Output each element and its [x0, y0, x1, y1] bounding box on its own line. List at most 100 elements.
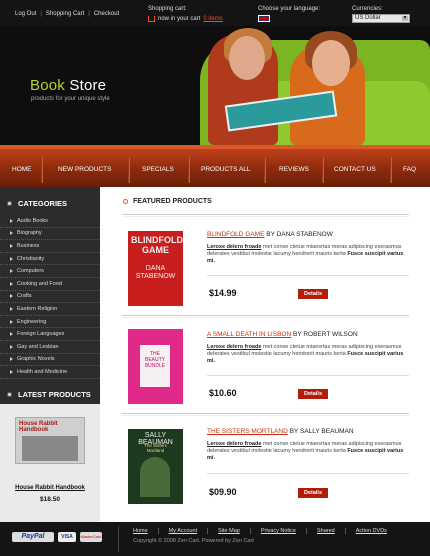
categories-title: CATEGORIES: [18, 198, 68, 208]
arrow-right-icon: [10, 281, 13, 286]
footer-link-action-dvds[interactable]: Action DVDs: [346, 528, 397, 534]
footer-link-site-map[interactable]: Site Map: [208, 528, 251, 534]
category-item[interactable]: Cooking and Food: [0, 278, 100, 291]
cart-summary: Shopping cart: now in your cart 0 items: [148, 4, 223, 24]
category-label: Eastern Religion: [17, 305, 58, 312]
product-cover-image[interactable]: BLINDFOLD GAME DANA STABENOW: [128, 231, 183, 306]
category-label: Foreign Languages: [17, 331, 65, 338]
category-item[interactable]: Crafts: [0, 291, 100, 304]
arrow-right-icon: [10, 269, 13, 274]
description-lead-link[interactable]: Lerose delero froade: [207, 244, 261, 250]
category-item[interactable]: Biography: [0, 228, 100, 241]
latest-products-heading: LATEST PRODUCTS: [0, 384, 100, 404]
product-card: BLINDFOLD GAME DANA STABENOW BLINDFOLD G…: [100, 217, 430, 317]
product-description: Lerose delero froade met conse ctetue mi…: [207, 441, 412, 462]
category-label: Audio Books: [17, 217, 48, 224]
currency-selector: Currencies: US Dollar ▼: [352, 4, 410, 23]
cover-title: BLINDFOLD GAME: [131, 235, 183, 255]
category-label: Crafts: [17, 293, 32, 300]
description-lead-link[interactable]: Lerose delero froade: [207, 441, 261, 447]
footer-link-home[interactable]: Home: [120, 528, 159, 534]
category-item[interactable]: Business: [0, 240, 100, 253]
arrow-right-icon: [10, 306, 13, 311]
currency-value: US Dollar: [355, 15, 381, 21]
bullet-icon: [123, 199, 128, 204]
arrow-right-icon: [10, 256, 13, 261]
divider: [207, 473, 409, 474]
category-item[interactable]: Eastern Religion: [0, 303, 100, 316]
arrow-right-icon: [10, 243, 13, 248]
latest-product-price: $18.50: [40, 496, 60, 503]
latest-product-image[interactable]: House Rabbit Handbook: [15, 417, 85, 464]
cart-items-link[interactable]: 0 items: [203, 14, 222, 24]
bullet-icon: [7, 391, 12, 397]
mastercard-logo: MasterCard: [80, 532, 102, 542]
nav-divider: [322, 157, 323, 183]
category-item[interactable]: Engineering: [0, 316, 100, 329]
product-price: $10.60: [209, 388, 237, 398]
footer-link-my-account[interactable]: My Account: [159, 528, 209, 534]
product-cover-image[interactable]: THE BEAUTY BUNDLE: [128, 329, 183, 404]
category-item[interactable]: Audio Books: [0, 215, 100, 228]
latest-products-box: LATEST PRODUCTS House Rabbit Handbook Ho…: [0, 384, 100, 522]
currency-label: Currencies:: [352, 6, 383, 12]
product-title: A SMALL DEATH IN LISBON BY ROBERT WILSON: [207, 331, 358, 338]
details-button[interactable]: Details: [298, 289, 328, 299]
nav-specials[interactable]: SPECIALS: [142, 166, 174, 173]
category-label: Engineering: [17, 318, 47, 325]
store-logo[interactable]: Book Store: [30, 77, 106, 94]
featured-title: FEATURED PRODUCTS: [133, 198, 212, 205]
nav-divider: [128, 157, 129, 183]
nav-divider: [41, 157, 42, 183]
category-item[interactable]: Gay and Lesbian: [0, 341, 100, 354]
category-item[interactable]: Health and Medicine: [0, 366, 100, 379]
tagline: products for your unique style: [31, 96, 110, 102]
nav-new-products[interactable]: NEW PRODUCTS: [58, 166, 111, 173]
details-button[interactable]: Details: [298, 389, 328, 399]
product-name-link[interactable]: BLINDFOLD GAME: [207, 231, 264, 238]
main-content: FEATURED PRODUCTS BLINDFOLD GAME DANA ST…: [100, 187, 430, 522]
logout-link[interactable]: Log Out: [15, 11, 36, 17]
nav-home[interactable]: HOME: [12, 166, 32, 173]
product-title: BLINDFOLD GAME BY DANA STABENOW: [207, 231, 333, 238]
product-price: $14.99: [209, 288, 237, 298]
shopping-cart-link[interactable]: Shopping Cart: [46, 11, 84, 17]
nav-faq[interactable]: FAQ: [403, 166, 416, 173]
category-item[interactable]: Graphic Novels: [0, 354, 100, 367]
category-label: Gay and Lesbian: [17, 343, 59, 350]
nav-divider: [188, 157, 189, 183]
category-label: Biography: [17, 230, 42, 237]
latest-product-name[interactable]: House Rabbit Handbook: [0, 485, 100, 491]
checkout-link[interactable]: Checkout: [94, 11, 119, 17]
cover-author: DANA STABENOW: [135, 265, 176, 280]
nav-products-all[interactable]: PRODUCTS ALL: [201, 166, 251, 173]
product-name-link[interactable]: A SMALL DEATH IN LISBON: [207, 331, 291, 338]
hero-image-face: [312, 40, 350, 86]
product-author: BY ROBERT WILSON: [292, 331, 358, 338]
currency-select[interactable]: US Dollar ▼: [352, 14, 410, 23]
main-nav: HOME NEW PRODUCTS SPECIALS PRODUCTS ALL …: [0, 145, 430, 187]
nav-contact-us[interactable]: CONTACT US: [334, 166, 376, 173]
top-bar: Log Out | Shopping Cart | Checkout Shopp…: [0, 0, 430, 26]
cart-label: Shopping cart:: [148, 6, 187, 12]
description-lead-link[interactable]: Lerose delero froade: [207, 344, 261, 350]
logo-word-1: Book: [30, 77, 65, 94]
category-item[interactable]: Foreign Languages: [0, 328, 100, 341]
category-label: Cooking and Food: [17, 280, 62, 287]
footer-link-privacy[interactable]: Privacy Notice: [251, 528, 307, 534]
product-cover-image[interactable]: SALLY BEAUMAN The Sisters Mortland: [128, 429, 183, 504]
chevron-down-icon: ▼: [402, 15, 408, 21]
details-button[interactable]: Details: [298, 488, 328, 498]
hero-banner: Book Store products for your unique styl…: [0, 26, 430, 145]
divider: [207, 375, 409, 376]
footer-link-shared[interactable]: Shared: [307, 528, 346, 534]
category-item[interactable]: Computers: [0, 265, 100, 278]
category-item[interactable]: Christianity: [0, 253, 100, 266]
nav-reviews[interactable]: REVIEWS: [279, 166, 309, 173]
featured-heading: FEATURED PRODUCTS: [123, 198, 212, 205]
divider: [207, 275, 409, 276]
uk-flag-icon[interactable]: [258, 15, 270, 22]
arrow-right-icon: [10, 294, 13, 299]
product-name-link[interactable]: THE SISTERS MORTLAND: [207, 428, 288, 435]
paypal-logo: PayPal: [12, 532, 54, 542]
